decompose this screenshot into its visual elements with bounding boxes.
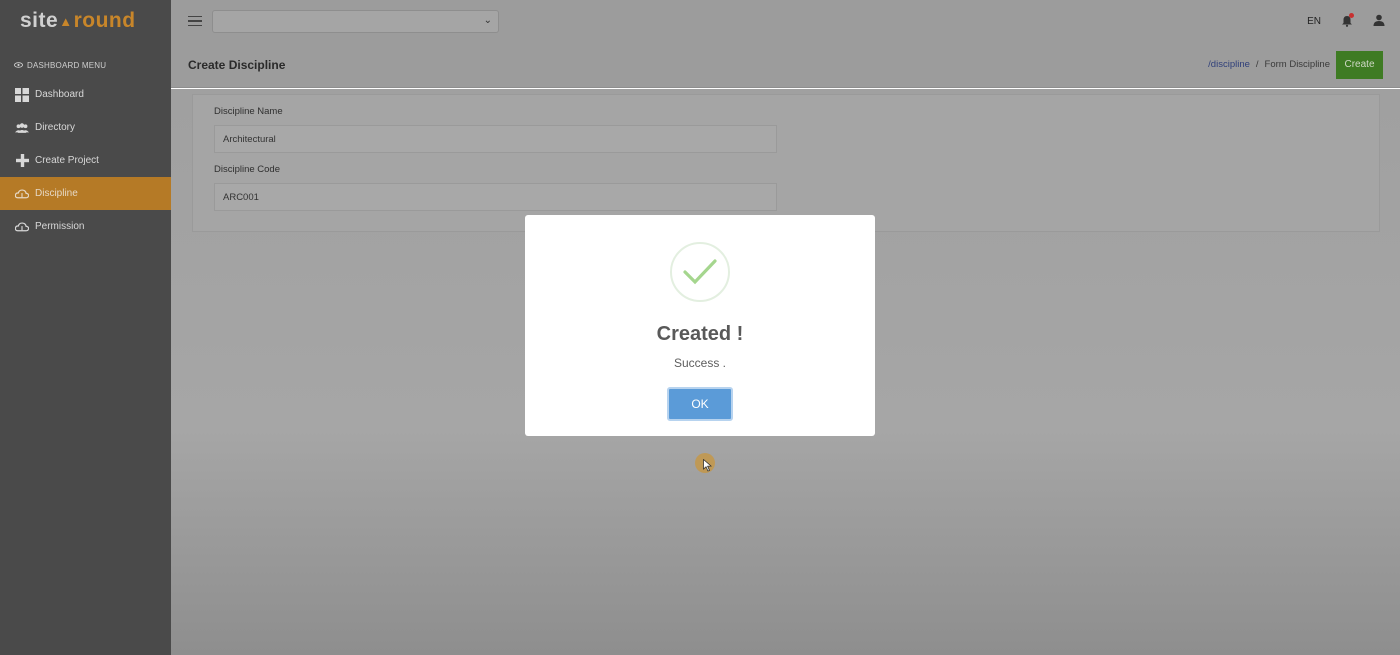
discipline-code-input[interactable]: ARC001	[214, 183, 777, 211]
sidebar: site ▲ round DASHBOARD MENU Dashboard Di…	[0, 0, 171, 655]
modal-message: Success .	[673, 356, 727, 370]
site-around-logo[interactable]: site ▲ round	[0, 0, 171, 42]
mouse-cursor-icon	[695, 453, 715, 473]
success-modal: Created ! Success . OK	[525, 215, 875, 436]
notification-bell-icon[interactable]	[1341, 13, 1354, 27]
language-switcher[interactable]: EN	[1307, 16, 1321, 27]
user-icon[interactable]	[1373, 14, 1385, 29]
discipline-name-label: Discipline Name	[214, 106, 283, 117]
cloud-icon	[15, 187, 29, 201]
topbar: ⌄ EN	[171, 0, 1400, 42]
sidebar-item-label: Create Project	[35, 155, 99, 166]
eye-icon	[14, 61, 23, 70]
sidebar-item-label: Permission	[35, 221, 85, 232]
sidebar-item-create-project[interactable]: Create Project	[0, 144, 171, 177]
sidebar-item-label: Directory	[35, 122, 76, 133]
chevron-down-icon: ⌄	[483, 14, 492, 26]
hamburger-menu-icon[interactable]	[188, 15, 202, 27]
plus-icon	[15, 154, 29, 168]
cloud-icon	[15, 220, 29, 234]
discipline-code-label: Discipline Code	[214, 164, 281, 175]
dashboard-icon	[15, 87, 29, 102]
sidebar-item-label: Dashboard	[35, 89, 84, 100]
success-check-icon	[670, 242, 730, 302]
logo-round-text: round	[73, 9, 136, 32]
notification-dot	[1349, 13, 1354, 18]
ok-button[interactable]: OK	[667, 387, 733, 421]
breadcrumb: /discipline / Form Discipline	[1208, 59, 1330, 70]
logo-site-text: site	[20, 9, 59, 32]
project-select[interactable]: ⌄	[212, 9, 499, 33]
page-header: Create Discipline /discipline / Form Dis…	[171, 42, 1400, 88]
sidebar-item-permission[interactable]: Permission	[0, 210, 171, 243]
discipline-name-input[interactable]: Architectural	[214, 125, 777, 153]
sidebar-item-dashboard[interactable]: Dashboard	[0, 78, 171, 111]
users-icon	[15, 121, 29, 135]
modal-title: Created !	[656, 323, 744, 345]
breadcrumb-discipline-link[interactable]: /discipline	[1208, 59, 1250, 70]
breadcrumb-separator: /	[1255, 59, 1259, 70]
menu-heading: DASHBOARD MENU	[0, 52, 171, 78]
menu-heading-label: DASHBOARD MENU	[27, 60, 107, 70]
sidebar-item-directory[interactable]: Directory	[0, 111, 171, 144]
breadcrumb-current: Form Discipline	[1264, 59, 1330, 70]
sidebar-item-label: Discipline	[35, 188, 78, 199]
logo-arrow-icon: ▲	[59, 13, 73, 29]
page-title: Create Discipline	[188, 57, 286, 72]
sidebar-item-discipline[interactable]: Discipline	[0, 177, 171, 210]
create-button[interactable]: Create	[1336, 50, 1383, 79]
discipline-form: Discipline Name Architectural Discipline…	[192, 94, 1380, 232]
